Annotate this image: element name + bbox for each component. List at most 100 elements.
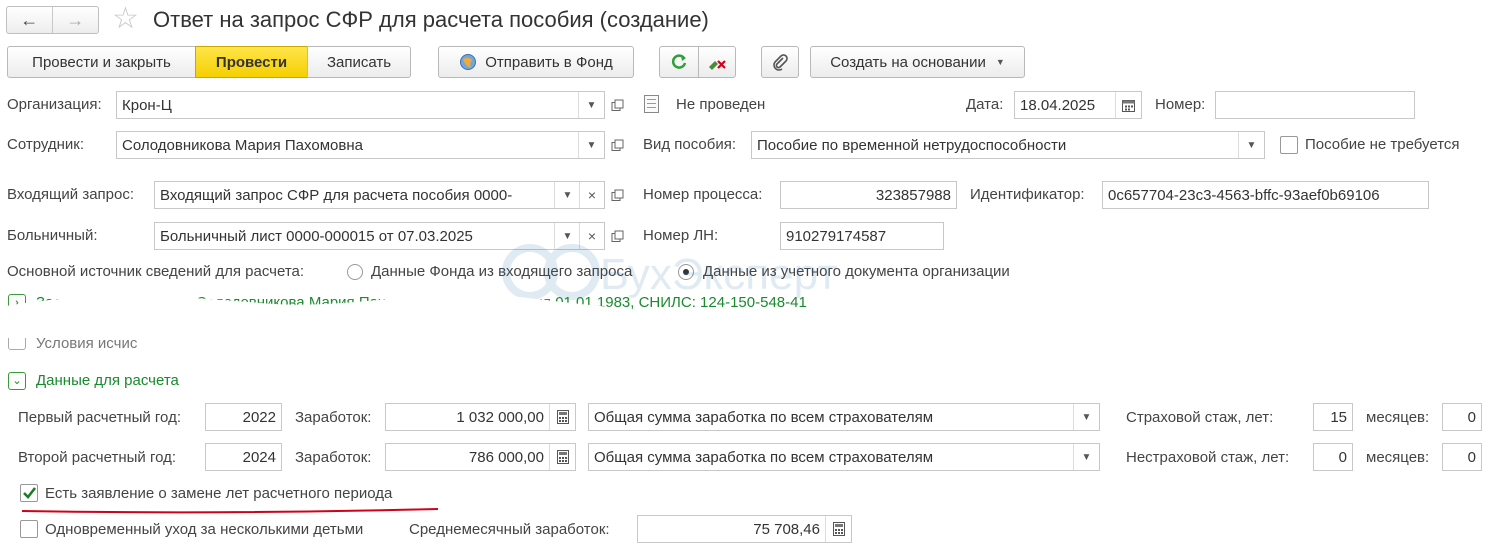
post-and-close-button[interactable]: Провести и закрыть xyxy=(7,46,196,78)
organization-open-button[interactable] xyxy=(605,93,629,117)
earnings2-type-value: Общая сумма заработка по всем страховате… xyxy=(594,448,934,466)
window-title: Ответ на запрос СФР для расчета пособия … xyxy=(153,7,709,32)
incoming-request-dropdown-button[interactable]: ▼ xyxy=(554,182,580,208)
benefit-not-required-checkbox[interactable] xyxy=(1280,136,1298,154)
back-arrow-icon[interactable]: ← xyxy=(7,7,53,33)
post-button[interactable]: Провести xyxy=(195,46,308,78)
non-insurance-months-field[interactable]: 0 xyxy=(1442,443,1482,471)
nav-buttons: ← → xyxy=(6,6,99,34)
earnings1-type-dropdown-button[interactable]: ▼ xyxy=(1073,404,1099,430)
insurance-years-label: Страховой стаж, лет: xyxy=(1126,409,1274,426)
checkmark-icon xyxy=(23,487,37,499)
incoming-request-label: Входящий запрос: xyxy=(7,186,135,203)
benefit-type-field[interactable]: Пособие по временной нетрудоспособности … xyxy=(751,131,1265,159)
insurance-years-field[interactable]: 15 xyxy=(1313,403,1353,431)
earnings1-value: 1 032 000,00 xyxy=(456,408,544,426)
non-insurance-years-field[interactable]: 0 xyxy=(1313,443,1353,471)
first-year-field[interactable]: 2022 xyxy=(205,403,282,431)
sick-leave-value: Больничный лист 0000-000015 от 07.03.202… xyxy=(160,227,473,245)
earnings1-field[interactable]: 1 032 000,00 xyxy=(385,403,576,431)
send-to-fund-label: Отправить в Фонд xyxy=(485,53,613,71)
identifier-field[interactable]: 0c657704-23c3-4563-bffc-93aef0b69106 xyxy=(1102,181,1429,209)
organization-dropdown-button[interactable]: ▼ xyxy=(578,92,604,118)
simultaneous-care-label: Одновременный уход за несколькими детьми xyxy=(45,521,364,538)
employee-open-button[interactable] xyxy=(605,133,629,157)
post-status-text: Не проведен xyxy=(676,96,766,113)
employee-value: Солодовникова Мария Пахомовна xyxy=(122,136,363,154)
earnings1-type-value: Общая сумма заработка по всем страховате… xyxy=(594,408,934,426)
conditions-label: Условия исчис xyxy=(36,338,138,352)
refresh-button[interactable] xyxy=(659,46,699,78)
earnings2-field[interactable]: 786 000,00 xyxy=(385,443,576,471)
incoming-request-value: Входящий запрос СФР для расчета пособия … xyxy=(160,186,513,204)
calc-data-collapse-toggle[interactable]: ⌄ xyxy=(8,372,26,390)
open-window-icon xyxy=(611,139,623,151)
conditions-row-clip: Условия исчис xyxy=(0,338,300,358)
identifier-label: Идентификатор: xyxy=(970,186,1085,203)
conditions-expander[interactable] xyxy=(8,338,26,350)
benefit-not-required-label: Пособие не требуется xyxy=(1305,136,1460,153)
incoming-request-open-button[interactable] xyxy=(605,183,629,207)
send-to-fund-button[interactable]: Отправить в Фонд xyxy=(438,46,634,78)
torn-lower-cover xyxy=(0,332,1491,336)
incoming-request-field[interactable]: Входящий запрос СФР для расчета пособия … xyxy=(154,181,605,209)
replace-years-checkbox[interactable] xyxy=(20,484,38,502)
create-based-on-button[interactable]: Создать на основании ▼ xyxy=(810,46,1025,78)
red-underline-annotation xyxy=(21,508,439,514)
second-year-field[interactable]: 2024 xyxy=(205,443,282,471)
unpost-icon xyxy=(709,60,726,70)
non-insurance-months-label: месяцев: xyxy=(1366,449,1430,466)
avg-earnings-value: 75 708,46 xyxy=(753,520,820,538)
earnings1-type-field[interactable]: Общая сумма заработка по всем страховате… xyxy=(588,403,1100,431)
sick-leave-label: Больничный: xyxy=(7,227,98,244)
calc-data-section-title[interactable]: Данные для расчета xyxy=(36,372,179,390)
forward-arrow-icon[interactable]: → xyxy=(53,7,99,33)
number-field[interactable] xyxy=(1215,91,1415,119)
source-fund-radio[interactable] xyxy=(347,264,363,280)
organization-value: Крон-Ц xyxy=(122,96,172,114)
calendar-icon xyxy=(1122,99,1135,112)
benefit-type-value: Пособие по временной нетрудоспособности xyxy=(757,136,1067,154)
watermark-text: БухЭксперт xyxy=(600,250,838,299)
insurance-months-label: месяцев: xyxy=(1366,409,1430,426)
create-based-on-label: Создать на основании xyxy=(830,53,986,71)
fund-globe-icon xyxy=(460,54,477,70)
date-value: 18.04.2025 xyxy=(1020,96,1096,114)
earnings2-type-field[interactable]: Общая сумма заработка по всем страховате… xyxy=(588,443,1100,471)
data-source-label: Основной источник сведений для расчета: xyxy=(7,263,305,280)
calculator-icon xyxy=(556,450,569,464)
employee-dropdown-button[interactable]: ▼ xyxy=(578,132,604,158)
earnings2-type-dropdown-button[interactable]: ▼ xyxy=(1073,444,1099,470)
insurance-months-field[interactable]: 0 xyxy=(1442,403,1482,431)
first-year-label: Первый расчетный год: xyxy=(18,409,181,426)
document-status-icon xyxy=(644,95,659,113)
second-year-label: Второй расчетный год: xyxy=(18,449,177,466)
earnings2-calculator-button[interactable] xyxy=(549,444,575,470)
non-insurance-years-label: Нестраховой стаж, лет: xyxy=(1126,449,1290,466)
dropdown-arrow-icon: ▼ xyxy=(995,57,1005,67)
earnings1-calculator-button[interactable] xyxy=(549,404,575,430)
replace-years-label: Есть заявление о замене лет расчетного п… xyxy=(45,485,393,502)
calendar-button[interactable] xyxy=(1115,92,1141,118)
employee-label: Сотрудник: xyxy=(7,136,85,153)
avg-earnings-calculator-button[interactable] xyxy=(825,516,851,542)
attachment-button[interactable] xyxy=(761,46,799,78)
benefit-type-label: Вид пособия: xyxy=(643,136,737,153)
refresh-icon xyxy=(671,54,687,69)
employee-field[interactable]: Солодовникова Мария Пахомовна ▼ xyxy=(116,131,605,159)
clear-post-button[interactable] xyxy=(698,46,736,78)
save-button[interactable]: Записать xyxy=(307,46,411,78)
avg-earnings-field[interactable]: 75 708,46 xyxy=(637,515,852,543)
earnings2-label: Заработок: xyxy=(295,449,372,466)
favorite-star-icon[interactable]: ☆ xyxy=(112,2,139,36)
simultaneous-care-checkbox[interactable] xyxy=(20,520,38,538)
date-field[interactable]: 18.04.2025 xyxy=(1014,91,1142,119)
incoming-request-clear-button[interactable]: × xyxy=(579,182,604,208)
benefit-type-dropdown-button[interactable]: ▼ xyxy=(1238,132,1264,158)
date-label: Дата: xyxy=(966,96,1004,113)
organization-field[interactable]: Крон-Ц ▼ xyxy=(116,91,605,119)
paperclip-icon xyxy=(773,54,788,71)
number-label: Номер: xyxy=(1155,96,1206,113)
calculator-icon xyxy=(832,522,845,536)
process-number-field[interactable]: 323857988 xyxy=(780,181,957,209)
